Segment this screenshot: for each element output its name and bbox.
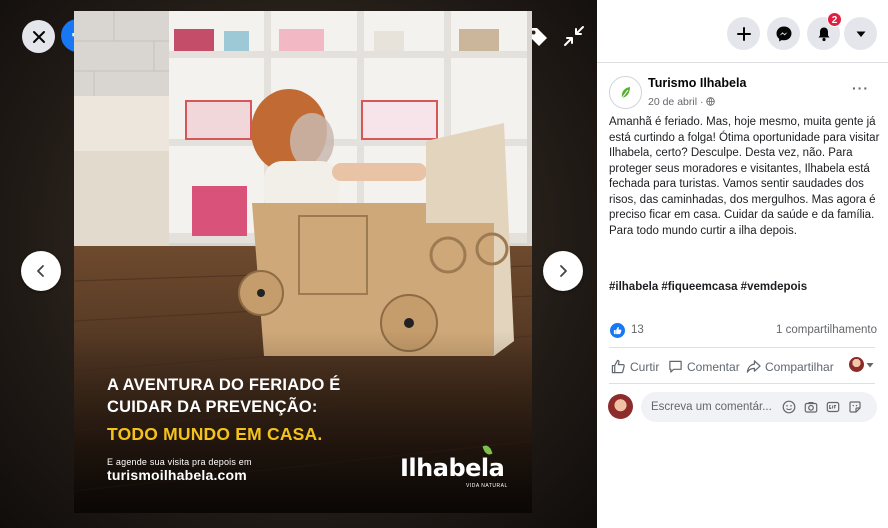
post-as-selector[interactable] [849,357,874,372]
like-button[interactable]: Curtir [611,359,659,374]
collapse-icon [564,26,584,46]
share-icon [746,360,761,373]
chevron-left-icon [37,265,44,277]
poster-brand-logo: Ilhabela [400,454,505,482]
poster-headline-line1: A AVENTURA DO FERIADO É [107,376,341,394]
actions-divider-top [609,347,875,348]
close-icon [32,30,45,43]
share-label: Compartilhar [765,359,834,374]
notification-badge: 2 [827,12,842,27]
account-menu-button[interactable] [844,17,877,50]
post-timestamp[interactable]: 20 de abril · [648,96,716,108]
next-photo-button[interactable] [543,251,583,291]
ilhabela-leaf-icon [621,86,630,98]
emoji-icon[interactable] [782,400,796,414]
collapse-button[interactable] [560,22,588,50]
poster-subtext: E agende sua visita pra depois em [107,457,252,467]
post-image: A AVENTURA DO FERIADO É CUIDAR DA PREVEN… [74,11,532,513]
comment-button[interactable]: Comentar [668,359,740,374]
create-button[interactable] [727,17,760,50]
post-body-text: Amanhã é feriado. Mas, hoje mesmo, muita… [609,116,880,237]
post-panel: 2 Turismo Ilhabela 20 de abril · ··· Ama… [597,0,888,528]
page-avatar[interactable] [609,76,642,109]
comment-label: Comentar [687,359,740,374]
reaction-count[interactable]: 13 [631,324,644,336]
poster-url: turismoilhabela.com [107,467,247,483]
share-count[interactable]: 1 compartilhamento [776,324,877,336]
actions-divider-bottom [609,383,875,384]
comment-icon [669,360,682,373]
user-avatar-small [849,357,864,372]
page-name-link[interactable]: Turismo Ilhabela [648,76,746,90]
user-avatar[interactable] [608,394,633,419]
thumbs-up-icon [613,326,622,335]
chevron-right-icon [560,265,567,277]
gif-icon[interactable] [826,400,840,414]
post-options-button[interactable]: ··· [852,80,874,96]
post-date-text: 20 de abril · [648,96,707,108]
share-button[interactable]: Compartilhar [746,359,834,374]
thumbs-up-outline-icon [611,359,625,374]
plus-icon [736,26,751,41]
header-actions: 2 [597,12,888,53]
poster-headline-highlight: TODO MUNDO EM CASA. [107,424,323,444]
messenger-icon [776,26,791,41]
post-hashtags[interactable]: #ilhabela #fiqueemcasa #vemdepois [609,281,807,293]
close-button[interactable] [22,20,55,53]
like-label: Curtir [630,359,660,374]
bell-icon [818,27,829,41]
poster-brand-tagline: VIDA NATURAL [466,483,508,489]
poster-headline-line2: CUIDAR DA PREVENÇÃO: [107,398,318,416]
comment-input[interactable] [651,392,781,422]
comment-composer[interactable] [641,392,877,422]
photo-viewer: f [0,0,597,528]
camera-icon[interactable] [804,400,818,414]
messenger-button[interactable] [767,17,800,50]
like-reaction-icon [610,323,625,338]
caret-down-icon [856,31,865,37]
sticker-icon[interactable] [848,400,862,414]
header-divider [597,62,888,63]
globe-icon [706,97,716,106]
caret-down-icon [866,362,874,367]
previous-photo-button[interactable] [21,251,61,291]
